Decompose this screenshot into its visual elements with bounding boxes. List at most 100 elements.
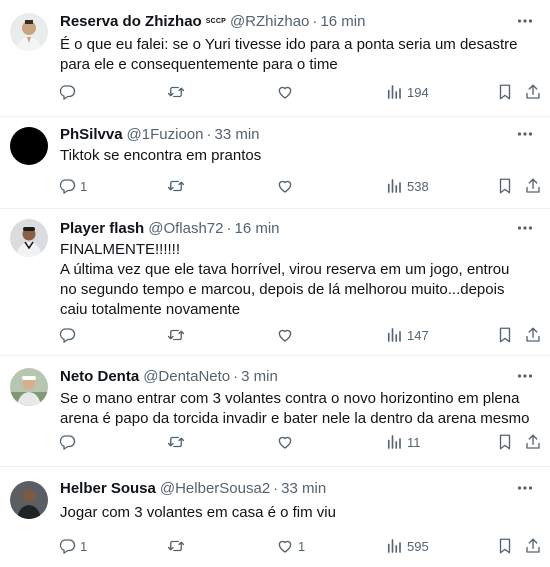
bookmark-button[interactable] [496, 535, 514, 557]
avatar[interactable] [10, 481, 48, 519]
more-icon[interactable] [514, 477, 536, 499]
share-button[interactable] [524, 535, 542, 557]
retweet-button[interactable] [167, 324, 185, 346]
share-button[interactable] [524, 324, 542, 346]
retweet-button[interactable] [167, 431, 185, 453]
tweet-header: Helber Sousa @HelberSousa2 · 33 min [60, 479, 534, 499]
views-button[interactable]: 538 [385, 175, 429, 197]
user-handle[interactable]: @HelberSousa2 [160, 479, 270, 499]
avatar[interactable] [10, 368, 48, 406]
share-icon [524, 177, 542, 195]
view-count: 538 [407, 178, 429, 194]
bookmark-icon [496, 537, 514, 555]
views-button[interactable]: 595 [385, 535, 429, 557]
reply-button[interactable] [58, 431, 80, 453]
share-icon [524, 537, 542, 555]
retweet-button[interactable] [167, 175, 185, 197]
like-button[interactable] [276, 81, 298, 103]
avatar[interactable] [10, 219, 48, 257]
team-badge: SCCP [205, 18, 226, 25]
retweet-button[interactable] [167, 81, 185, 103]
timestamp[interactable]: 33 min [281, 479, 326, 499]
user-handle[interactable]: @DentaNeto [143, 367, 230, 387]
bookmark-button[interactable] [496, 175, 514, 197]
action-bar: 1 1 595 [0, 535, 550, 557]
tweet[interactable]: Reserva do Zhizhao SCCP @RZhizhao · 16 m… [0, 0, 550, 117]
share-button[interactable] [524, 81, 542, 103]
bookmark-icon [496, 83, 514, 101]
views-button[interactable]: 194 [385, 81, 429, 103]
avatar[interactable] [10, 127, 48, 165]
user-handle[interactable]: @1Fuzioon [127, 125, 204, 145]
like-button[interactable] [276, 175, 298, 197]
like-icon [276, 83, 294, 101]
retweet-button[interactable] [167, 535, 185, 557]
reply-button[interactable]: 1 [58, 535, 87, 557]
tweet-header: PhSilvva @1Fuzioon · 33 min [60, 125, 534, 145]
share-icon [524, 433, 542, 451]
view-count: 11 [407, 434, 421, 450]
share-icon [524, 83, 542, 101]
share-button[interactable] [524, 175, 542, 197]
views-icon [385, 433, 403, 451]
action-bar: 1 538 [0, 175, 550, 197]
tweet[interactable]: Player flash @Oflash72 · 16 min FINALMEN… [0, 209, 550, 356]
display-name[interactable]: Neto Denta [60, 367, 139, 387]
more-icon[interactable] [514, 123, 536, 145]
avatar[interactable] [10, 13, 48, 51]
like-icon [276, 326, 294, 344]
views-button[interactable]: 147 [385, 324, 429, 346]
like-icon [276, 177, 294, 195]
display-name[interactable]: PhSilvva [60, 125, 123, 145]
views-icon [385, 537, 403, 555]
like-icon [276, 537, 294, 555]
reply-count: 1 [80, 178, 88, 194]
bookmark-button[interactable] [496, 324, 514, 346]
reply-icon [58, 537, 76, 555]
like-icon [276, 433, 294, 451]
like-button[interactable] [276, 431, 298, 453]
reply-button[interactable]: 1 [58, 175, 87, 197]
tweet[interactable]: PhSilvva @1Fuzioon · 33 min Tiktok se en… [0, 117, 550, 209]
share-button[interactable] [524, 431, 542, 453]
reply-count: 1 [80, 538, 88, 554]
tweet[interactable]: Neto Denta @DentaNeto · 3 min Se o mano … [0, 356, 550, 467]
like-button[interactable]: 1 [276, 535, 305, 557]
reply-icon [58, 326, 76, 344]
reply-button[interactable] [58, 81, 80, 103]
retweet-icon [167, 326, 185, 344]
views-icon [385, 177, 403, 195]
bookmark-button[interactable] [496, 81, 514, 103]
views-button[interactable]: 11 [385, 431, 421, 453]
tweet-text: Tiktok se encontra em prantos [60, 147, 262, 164]
bookmark-button[interactable] [496, 431, 514, 453]
timestamp[interactable]: 33 min [214, 125, 259, 145]
display-name[interactable]: Player flash [60, 219, 144, 239]
timestamp[interactable]: 16 min [320, 12, 365, 32]
tweet-feed: Reserva do Zhizhao SCCP @RZhizhao · 16 m… [0, 0, 550, 566]
tweet-text: É o que eu falei: se o Yuri tivesse ido … [60, 36, 522, 73]
action-bar: 11 [0, 431, 550, 453]
tweet-header: Player flash @Oflash72 · 16 min [60, 219, 534, 239]
timestamp[interactable]: 16 min [234, 219, 279, 239]
like-count: 1 [298, 538, 306, 554]
separator-dot: · [233, 368, 239, 385]
retweet-icon [167, 83, 185, 101]
tweet-text: FINALMENTE!!!!!! A última vez que ele ta… [60, 241, 510, 318]
user-handle[interactable]: @Oflash72 [148, 219, 223, 239]
reply-icon [58, 433, 76, 451]
action-bar: 147 [0, 324, 550, 346]
reply-button[interactable] [58, 324, 80, 346]
view-count: 147 [407, 327, 429, 343]
more-icon[interactable] [514, 365, 536, 387]
display-name[interactable]: Helber Sousa [60, 479, 156, 499]
tweet[interactable]: Helber Sousa @HelberSousa2 · 33 min Joga… [0, 467, 550, 566]
like-button[interactable] [276, 324, 298, 346]
display-name[interactable]: Reserva do Zhizhao [60, 12, 202, 32]
retweet-icon [167, 177, 185, 195]
timestamp[interactable]: 3 min [241, 367, 278, 387]
more-icon[interactable] [514, 10, 536, 32]
user-handle[interactable]: @RZhizhao [230, 12, 309, 32]
tweet-text: Se o mano entrar com 3 volantes contra o… [60, 390, 530, 427]
more-icon[interactable] [514, 217, 536, 239]
